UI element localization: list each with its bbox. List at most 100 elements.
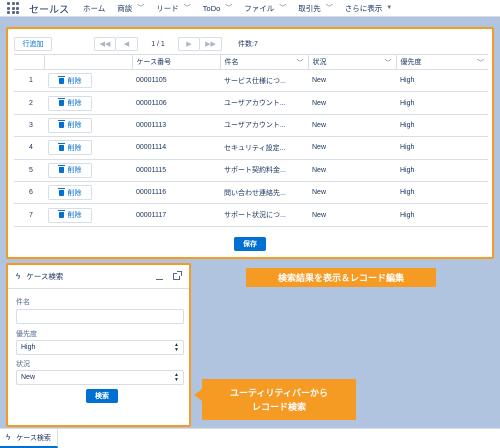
status-cell[interactable]: New — [308, 159, 396, 182]
column-header-case-number[interactable]: ケース番号 — [131, 54, 220, 70]
table-row: 6 削除 00001116 問い合わせ連絡先... New High — [14, 181, 488, 205]
status-select-value: New — [21, 374, 36, 381]
delete-row-button[interactable]: 削除 — [48, 140, 92, 156]
column-header-priority[interactable]: 優先度 ﹀ — [395, 54, 488, 70]
delete-label: 削除 — [67, 122, 82, 130]
status-cell[interactable]: New — [308, 114, 396, 138]
nav-item-opportunities[interactable]: 商談 ﹀ — [117, 3, 144, 14]
priority-select[interactable]: High ▲ ▼ — [16, 340, 184, 355]
chevron-down-icon[interactable]: ﹀ — [225, 3, 232, 13]
trash-icon — [57, 187, 65, 196]
case-number-cell[interactable]: 00001105 — [132, 69, 220, 93]
last-page-button[interactable]: ▶▶ — [200, 37, 222, 51]
priority-cell[interactable]: High — [396, 203, 488, 227]
grid-toolbar: 行追加 ◀◀ ◀ 1 / 1 ▶ ▶▶ 件数:7 — [14, 37, 486, 51]
case-number-cell[interactable]: 00001114 — [132, 136, 220, 160]
subject-cell[interactable]: 問い合わせ連絡先... — [220, 181, 308, 205]
case-number-cell[interactable]: 00001117 — [132, 203, 220, 227]
utility-bar-item-case-search[interactable]: ϟ ケース検索 — [0, 429, 58, 448]
chevron-down-icon[interactable]: ﹀ — [385, 58, 392, 68]
table-row: 1 削除 00001105 サービス仕様につ... New High — [14, 69, 488, 93]
nav-item-label: リード — [156, 3, 179, 13]
minimize-icon[interactable] — [156, 272, 163, 280]
nav-item-home[interactable]: ホーム — [83, 3, 105, 14]
trash-icon — [57, 98, 65, 107]
nav-item-files[interactable]: ファイル ﹀ — [244, 3, 286, 14]
delete-row-button[interactable]: 削除 — [48, 162, 92, 178]
subject-cell[interactable]: サポート契約料金... — [220, 159, 308, 182]
select-arrows-icon: ▲ ▼ — [174, 372, 179, 383]
trash-icon — [57, 142, 65, 151]
subject-cell[interactable]: セキュリティ設定... — [220, 136, 308, 160]
table-row: 3 削除 00001113 ユーザアカウント... New High — [14, 114, 488, 138]
case-number-cell[interactable]: 00001113 — [132, 114, 220, 138]
column-header-rownum — [14, 54, 44, 70]
status-cell[interactable]: New — [308, 203, 396, 227]
priority-cell[interactable]: High — [396, 181, 488, 205]
row-number: 6 — [14, 181, 44, 205]
delete-row-button[interactable]: 削除 — [48, 207, 92, 223]
chevron-left-icon: ◀ — [123, 41, 130, 48]
table-row: 7 削除 00001117 サポート状況につ... New High — [14, 203, 488, 227]
row-actions-cell: 削除 — [44, 136, 132, 160]
column-header-label: 件名 — [224, 59, 239, 66]
nav-more-menu[interactable]: さらに表示 ▼ — [345, 3, 392, 14]
utility-bar-item-label: ケース検索 — [16, 434, 51, 442]
prev-page-button[interactable]: ◀ — [116, 37, 138, 51]
case-number-cell[interactable]: 00001106 — [132, 91, 220, 115]
nav-item-todo[interactable]: ToDo ﹀ — [203, 3, 233, 13]
case-number-cell[interactable]: 00001115 — [132, 159, 220, 182]
select-arrows-icon: ▲ ▼ — [174, 342, 179, 353]
nav-item-accounts[interactable]: 取引先 ﹀ — [298, 3, 333, 14]
first-page-button[interactable]: ◀◀ — [94, 37, 116, 51]
trash-icon — [57, 75, 65, 84]
row-actions-cell: 削除 — [44, 69, 132, 93]
double-chevron-right-icon: ▶▶ — [205, 41, 216, 48]
subject-cell[interactable]: ユーザアカウント... — [220, 114, 308, 138]
subject-cell[interactable]: ユーザアカウント... — [220, 91, 308, 115]
save-button[interactable]: 保存 — [234, 237, 266, 251]
pop-out-icon[interactable] — [173, 271, 182, 280]
delete-row-button[interactable]: 削除 — [48, 185, 92, 201]
column-header-status[interactable]: 状況 ﹀ — [307, 54, 396, 70]
subject-input[interactable] — [16, 309, 184, 324]
chevron-down-icon[interactable]: ﹀ — [297, 58, 304, 68]
priority-cell[interactable]: High — [396, 114, 488, 138]
app-launcher-icon[interactable] — [6, 1, 20, 15]
status-cell[interactable]: New — [308, 91, 396, 115]
priority-cell[interactable]: High — [396, 91, 488, 115]
nav-item-label: ホーム — [83, 3, 106, 13]
delete-row-button[interactable]: 削除 — [48, 95, 92, 111]
table-row: 4 削除 00001114 セキュリティ設定... New High — [14, 136, 488, 160]
add-row-button[interactable]: 行追加 — [14, 37, 52, 51]
column-header-subject[interactable]: 件名 ﹀ — [219, 54, 308, 70]
chevron-down-icon[interactable]: ﹀ — [137, 3, 144, 13]
next-page-button[interactable]: ▶ — [178, 37, 200, 51]
priority-cell[interactable]: High — [396, 69, 488, 93]
app-name: セールス — [29, 4, 69, 16]
delete-row-button[interactable]: 削除 — [48, 73, 92, 89]
nav-item-label: 商談 — [117, 3, 133, 13]
status-cell[interactable]: New — [308, 136, 396, 160]
subject-cell[interactable]: サポート状況につ... — [220, 203, 308, 227]
status-select[interactable]: New ▲ ▼ — [16, 370, 184, 385]
priority-cell[interactable]: High — [396, 159, 488, 182]
chevron-down-icon[interactable]: ﹀ — [477, 58, 484, 68]
case-number-cell[interactable]: 00001116 — [132, 181, 220, 205]
nav-item-label: ファイル — [244, 3, 275, 13]
subject-cell[interactable]: サービス仕様につ... — [220, 69, 308, 93]
priority-label: 優先度 — [16, 331, 37, 338]
top-navigation-bar: セールス ホーム 商談 ﹀ リード ﹀ ToDo ﹀ ファイル ﹀ 取引先 ﹀ … — [0, 0, 500, 17]
column-header-actions — [43, 54, 132, 70]
chevron-down-icon[interactable]: ﹀ — [279, 3, 286, 13]
priority-cell[interactable]: High — [396, 136, 488, 160]
delete-row-button[interactable]: 削除 — [48, 117, 92, 133]
priority-select-value: High — [21, 344, 36, 351]
chevron-down-icon[interactable]: ﹀ — [184, 3, 191, 13]
nav-item-leads[interactable]: リード ﹀ — [156, 3, 191, 14]
status-cell[interactable]: New — [308, 181, 396, 205]
chevron-down-icon[interactable]: ﹀ — [326, 3, 333, 13]
trash-icon — [57, 210, 65, 219]
search-button[interactable]: 検索 — [86, 389, 118, 403]
status-cell[interactable]: New — [308, 69, 396, 93]
